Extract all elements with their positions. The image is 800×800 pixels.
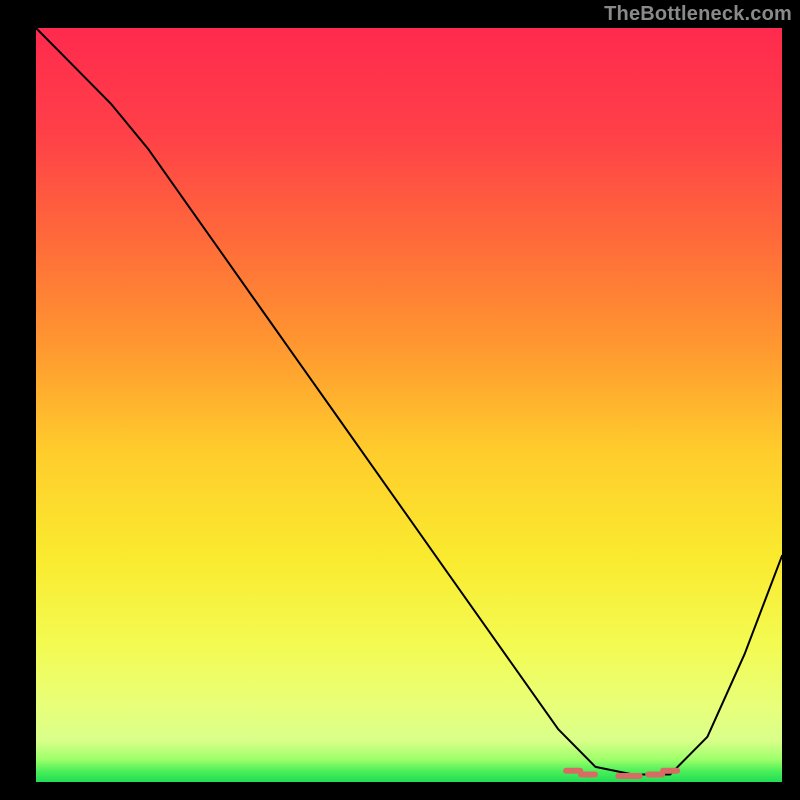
plot-bg — [36, 28, 782, 782]
plot-svg — [0, 0, 800, 800]
chart-container: TheBottleneck.com — [0, 0, 800, 800]
plateau-marker — [578, 772, 598, 778]
watermark-text: TheBottleneck.com — [604, 3, 792, 26]
plateau-marker — [660, 768, 680, 774]
plot-area — [36, 28, 782, 782]
plateau-marker — [623, 773, 643, 779]
